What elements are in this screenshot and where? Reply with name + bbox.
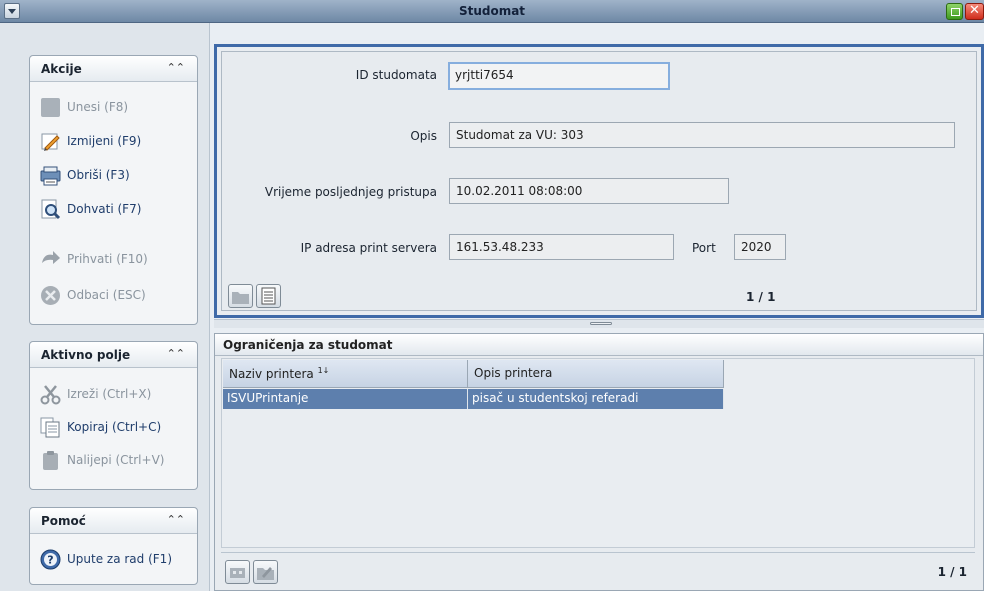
pencil-icon [40,131,61,152]
action-upute[interactable]: ? Upute za rad (F1) [40,546,172,572]
folder-icon [232,292,249,304]
sidebar: Akcije ⌃⌃ Unesi (F8) Izmijeni (F9) Obriš… [0,23,210,591]
column-header-opis[interactable]: Opis printera [468,360,724,388]
action-izmijeni[interactable]: Izmijeni (F9) [40,128,141,154]
action-obrisi[interactable]: Obriši (F3) [40,162,130,188]
printer-table: Naziv printera 1↓ Opis printera ISVUPrin… [221,358,975,548]
collapse-icon[interactable]: ⌃⌃ [167,347,185,360]
form-body: ID studomata yrjtti7654 Opis Studomat za… [221,51,977,311]
paste-icon [40,450,61,471]
vrijeme-label: Vrijeme posljednjeg pristupa [264,185,437,199]
remove-button[interactable] [225,560,250,584]
details-button[interactable] [256,284,281,308]
title-bar: Studomat ✕ [0,0,984,23]
action-label: Odbaci (ESC) [67,288,146,302]
column-label: Opis printera [474,366,553,380]
action-label: Upute za rad (F1) [67,552,172,566]
column-label: Naziv printera [229,367,314,381]
table-title: Ograničenja za studomat [215,334,983,356]
opis-label: Opis [410,129,437,143]
edit-button[interactable] [253,560,278,584]
table-remove-icon [230,568,245,578]
action-label: Obriši (F3) [67,168,130,182]
action-label: Kopiraj (Ctrl+C) [67,420,162,434]
vrijeme-field[interactable]: 10.02.2011 08:08:00 [449,178,729,204]
action-dohvati[interactable]: Dohvati (F7) [40,196,141,222]
id-studomata-field[interactable]: yrjtti7654 [448,62,670,90]
svg-text:?: ? [47,553,53,566]
splitter-grip[interactable] [590,322,612,325]
panel-akcije: Akcije ⌃⌃ Unesi (F8) Izmijeni (F9) Obriš… [29,55,198,325]
form-pager: 1 / 1 [746,290,776,304]
action-unesi[interactable]: Unesi (F8) [40,94,128,120]
help-icon: ? [40,549,61,570]
ip-field[interactable]: 161.53.48.233 [449,234,674,260]
panel-title: Aktivno polje [41,348,131,362]
panel-aktivno-polje-header[interactable]: Aktivno polje ⌃⌃ [30,342,197,368]
table-cell[interactable]: ISVUPrintanje [223,389,468,409]
magnifier-icon [40,199,61,220]
ip-label: IP adresa print servera [300,241,437,255]
table-cell[interactable]: pisač u studentskoj referadi [468,389,724,409]
action-prihvati[interactable]: Prihvati (F10) [40,246,148,272]
studomat-form: ID studomata yrjtti7654 Opis Studomat za… [214,44,984,318]
delete-printer-icon [40,165,61,186]
action-kopiraj[interactable]: Kopiraj (Ctrl+C) [40,414,161,440]
action-nalijepi[interactable]: Nalijepi (Ctrl+V) [40,447,164,473]
new-record-icon [40,97,61,118]
close-button[interactable]: ✕ [965,3,984,20]
ogranicenja-panel: Ograničenja za studomat Naziv printera 1… [214,333,984,591]
action-label: Izreži (Ctrl+X) [67,387,152,401]
panel-title: Akcije [41,62,82,76]
cancel-icon [40,285,61,306]
panel-title: Pomoć [41,514,86,528]
copy-icon [40,417,61,438]
action-izrezi[interactable]: Izreži (Ctrl+X) [40,381,151,407]
action-odbaci[interactable]: Odbaci (ESC) [40,282,146,308]
action-label: Unesi (F8) [67,100,129,114]
id-label: ID studomata [355,68,437,82]
action-label: Dohvati (F7) [67,202,142,216]
folder-button[interactable] [228,284,253,308]
port-field[interactable]: 2020 [734,234,786,260]
document-icon [261,287,276,305]
table-pager: 1 / 1 [937,565,967,579]
window-title: Studomat [458,4,526,18]
table-toolbar: 1 / 1 [221,552,975,588]
accept-arrow-icon [40,249,61,270]
action-label: Izmijeni (F9) [67,134,142,148]
scissors-icon [40,384,61,405]
opis-field[interactable]: Studomat za VU: 303 [449,122,955,148]
sort-indicator: 1↓ [317,366,330,375]
maximize-button[interactable] [946,3,963,20]
folder-edit-icon [257,567,274,580]
panel-akcije-header[interactable]: Akcije ⌃⌃ [30,56,197,82]
splitter[interactable] [214,319,984,328]
port-label: Port [692,241,716,255]
column-header-naziv[interactable]: Naziv printera 1↓ [223,360,468,388]
panel-aktivno-polje: Aktivno polje ⌃⌃ Izreži (Ctrl+X) Kopiraj… [29,341,198,490]
action-label: Prihvati (F10) [67,252,148,266]
panel-pomoc-header[interactable]: Pomoć ⌃⌃ [30,508,197,534]
collapse-icon[interactable]: ⌃⌃ [167,513,185,526]
collapse-icon[interactable]: ⌃⌃ [167,61,185,74]
action-label: Nalijepi (Ctrl+V) [67,453,165,467]
panel-pomoc: Pomoć ⌃⌃ ? Upute za rad (F1) [29,507,198,585]
